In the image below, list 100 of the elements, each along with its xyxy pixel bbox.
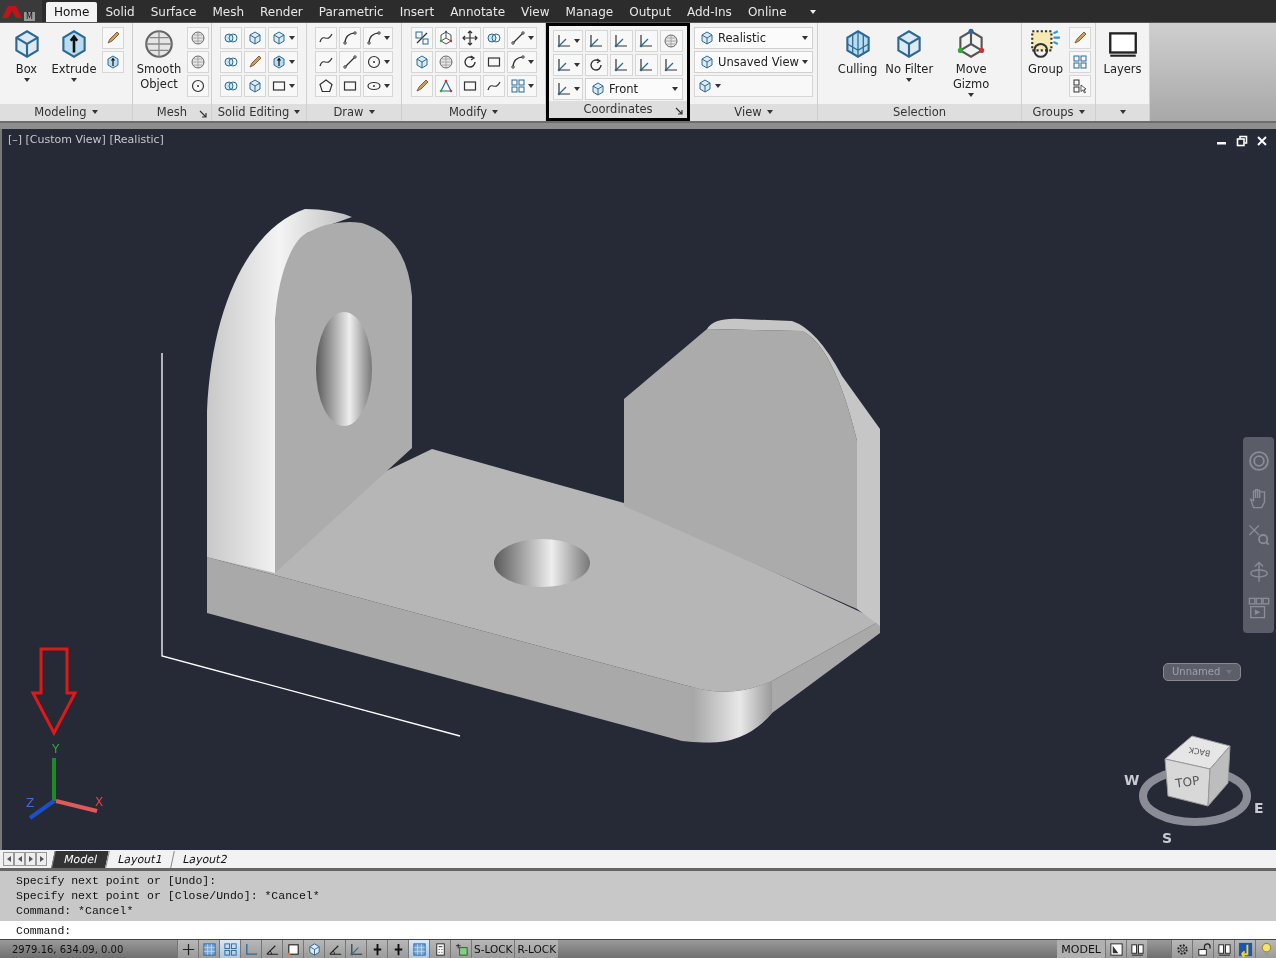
ribbon-tab[interactable]: View: [513, 2, 558, 22]
ribbon-tab[interactable]: Annotate: [442, 2, 514, 22]
dropdown[interactable]: Front: [585, 78, 683, 100]
tool-button[interactable]: [268, 51, 298, 73]
panel-title-bar[interactable]: Groups: [1022, 103, 1095, 121]
tool-button[interactable]: [339, 75, 361, 97]
tool-button[interactable]: [553, 54, 583, 76]
status-toggle-button[interactable]: [198, 940, 219, 958]
tool-button[interactable]: [315, 27, 337, 49]
tool-button[interactable]: [482, 51, 505, 73]
status-toggle-button[interactable]: [177, 940, 198, 958]
status-toggle-button[interactable]: [429, 940, 450, 958]
status-button[interactable]: [1192, 940, 1213, 958]
tool-button[interactable]: [220, 75, 242, 97]
tool-button[interactable]: [458, 75, 481, 97]
tool-button[interactable]: [187, 75, 210, 97]
tool-button[interactable]: [268, 75, 298, 97]
lock-toggle-button[interactable]: S-LOCK: [471, 940, 515, 958]
panel-title-bar[interactable]: Modeling: [0, 103, 132, 121]
tool-button[interactable]: Layers: [1101, 27, 1144, 77]
tab-scroll-button[interactable]: [25, 852, 36, 867]
tool-button[interactable]: [458, 27, 481, 49]
panel-title-bar[interactable]: Draw: [307, 103, 401, 121]
command-input-field[interactable]: Command:: [0, 921, 1276, 940]
ribbon-tab[interactable]: Surface: [142, 2, 205, 22]
status-toggle-button[interactable]: [282, 940, 303, 958]
tool-button[interactable]: [506, 27, 537, 49]
tool-button[interactable]: [553, 78, 583, 100]
restore-icon[interactable]: [1236, 134, 1248, 147]
status-button[interactable]: [1126, 940, 1147, 958]
tab-scroll-button[interactable]: [14, 852, 25, 867]
tool-button[interactable]: Smooth Object: [134, 27, 184, 92]
tool-button[interactable]: Extrude: [49, 27, 99, 82]
status-toggle-button[interactable]: [387, 940, 408, 958]
tool-button[interactable]: [220, 51, 242, 73]
tool-button[interactable]: [102, 51, 125, 73]
ribbon-tab[interactable]: Mesh: [204, 2, 252, 22]
dropdown[interactable]: Realistic: [694, 27, 813, 49]
status-toggle-button[interactable]: [303, 940, 324, 958]
close-icon[interactable]: [1256, 134, 1268, 147]
tool-button[interactable]: [339, 27, 361, 49]
dialog-launcher-icon[interactable]: [199, 109, 207, 118]
panel-title-bar[interactable]: Selection: [818, 103, 1021, 121]
tool-button[interactable]: [363, 75, 393, 97]
panel-title-bar[interactable]: Coordinates: [549, 100, 687, 118]
tool-button[interactable]: Box: [7, 27, 46, 82]
tool-button[interactable]: [363, 27, 393, 49]
status-button[interactable]: [1171, 940, 1192, 958]
dialog-launcher-icon[interactable]: [675, 106, 683, 115]
panel-title-bar[interactable]: View: [690, 103, 817, 121]
panel-title-bar[interactable]: Mesh: [133, 103, 211, 121]
status-toggle-button[interactable]: [366, 940, 387, 958]
tool-button[interactable]: [410, 75, 433, 97]
viewcube[interactable]: [1139, 735, 1251, 826]
tool-button[interactable]: [363, 51, 393, 73]
tool-button[interactable]: [482, 75, 505, 97]
bracket-model-drawing[interactable]: [207, 208, 880, 743]
ribbon-tab[interactable]: Insert: [391, 2, 443, 22]
tool-button[interactable]: [1069, 27, 1091, 49]
tool-button[interactable]: [1069, 75, 1091, 97]
tool-button[interactable]: [315, 75, 337, 97]
status-toggle-button[interactable]: [240, 940, 261, 958]
viewport-canvas[interactable]: [–] [Custom View] [Realistic] Y Z X TOP BACK W S E Unnamed: [0, 128, 1276, 851]
tool-button[interactable]: [553, 30, 583, 52]
ribbon-tab[interactable]: Solid: [97, 2, 143, 22]
back-face-label[interactable]: BACK: [1188, 745, 1211, 758]
compass-west-label[interactable]: W: [1124, 771, 1140, 788]
tool-button[interactable]: [315, 51, 337, 73]
tool-button[interactable]: [268, 27, 298, 49]
status-toggle-button[interactable]: [324, 940, 345, 958]
status-toggle-button[interactable]: [408, 940, 429, 958]
tab-scroll-button[interactable]: [36, 852, 47, 867]
compass-south-label[interactable]: S: [1162, 829, 1173, 846]
tool-button[interactable]: No Filter: [883, 27, 936, 82]
status-toggle-button[interactable]: [450, 940, 471, 958]
ribbon-tab[interactable]: Home: [46, 2, 98, 22]
ribbon-tab[interactable]: Output: [621, 2, 679, 22]
tool-button[interactable]: [585, 54, 608, 76]
compass-east-label[interactable]: E: [1254, 799, 1264, 816]
panel-title-bar[interactable]: Solid Editing: [212, 103, 306, 121]
viewport-controls-label[interactable]: [–] [Custom View] [Realistic]: [8, 132, 164, 146]
ribbon-tab[interactable]: Render: [252, 2, 311, 22]
ribbon-tab[interactable]: Parametric: [310, 2, 392, 22]
status-toggle-button[interactable]: [219, 940, 240, 958]
ribbon-tab[interactable]: Manage: [557, 2, 622, 22]
tool-button[interactable]: Move Gizmo: [939, 27, 1004, 97]
status-toggle-button[interactable]: [345, 940, 366, 958]
tool-button[interactable]: Culling: [835, 27, 880, 77]
tool-button[interactable]: [506, 51, 537, 73]
tool-button[interactable]: Group: [1026, 27, 1065, 77]
ribbon-tab[interactable]: Online: [739, 2, 795, 22]
status-button[interactable]: [1213, 940, 1234, 958]
tool-button[interactable]: [458, 51, 481, 73]
model-space-button[interactable]: MODEL: [1057, 940, 1105, 958]
status-toggle-button[interactable]: [261, 940, 282, 958]
status-button[interactable]: [1105, 940, 1126, 958]
application-menu-button[interactable]: M: [0, 0, 42, 22]
lock-toggle-button[interactable]: R-LOCK: [514, 940, 559, 958]
tool-button[interactable]: [220, 27, 242, 49]
tool-button[interactable]: [244, 51, 266, 73]
